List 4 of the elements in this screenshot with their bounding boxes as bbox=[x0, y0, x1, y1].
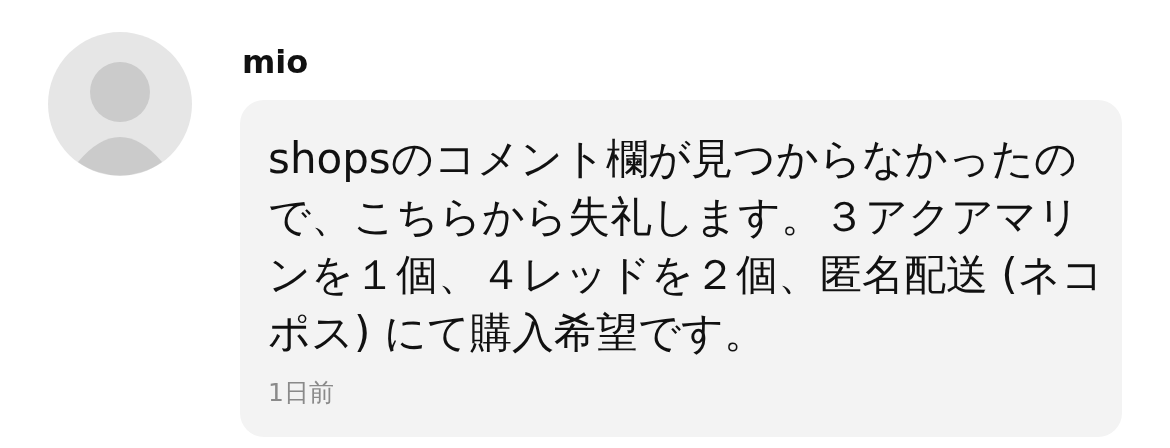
avatar-icon bbox=[48, 32, 192, 176]
comment-text: shopsのコメント欄が見つからなかったので、こちらから失礼します。３アクアマリンを１個、４レッドを２個、匿名配送 (ネコポス) にて購入希望です。 bbox=[268, 133, 1105, 359]
comment-time: 1日前 bbox=[268, 377, 335, 409]
author-name: mio bbox=[242, 42, 310, 83]
